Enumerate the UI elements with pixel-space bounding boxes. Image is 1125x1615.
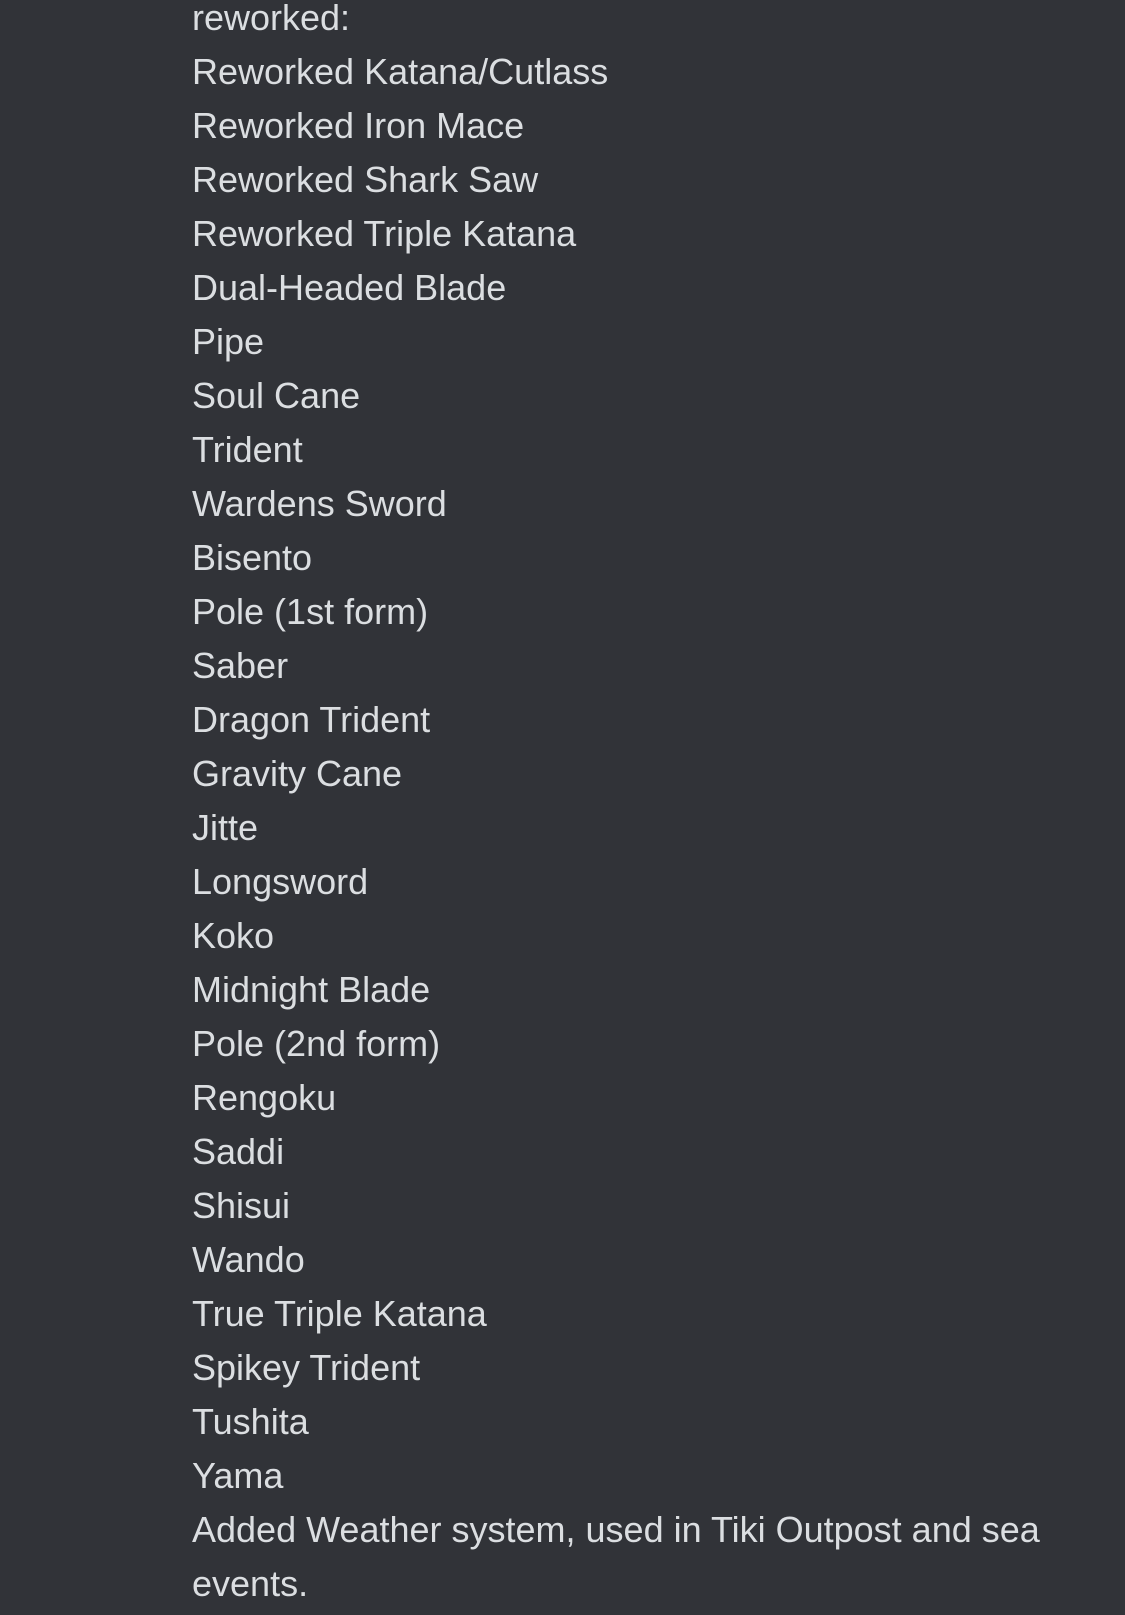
list-item: Trident [192,429,303,470]
weapon-list: Reworked Katana/Cutlass Reworked Iron Mac… [192,45,1072,1503]
message-footer: Added Weather system, used in Tiki Outpo… [192,1509,1040,1604]
list-item: Reworked Shark Saw [192,159,539,200]
list-item: Yama [192,1455,284,1496]
list-item: Bisento [192,537,313,578]
list-item: Gravity Cane [192,753,403,794]
list-item: Soul Cane [192,375,361,416]
list-item: Reworked Katana/Cutlass [192,51,609,92]
list-item: Reworked Triple Katana [192,213,577,254]
list-item: Spikey Trident [192,1347,421,1388]
list-item: Midnight Blade [192,969,431,1010]
list-item: Wando [192,1239,305,1280]
list-item: Dual-Headed Blade [192,267,507,308]
list-item: Koko [192,915,275,956]
list-item: Wardens Sword [192,483,447,524]
list-item: Reworked Iron Mace [192,105,525,146]
list-item: Longsword [192,861,369,902]
list-item: Pole (1st form) [192,591,429,632]
list-item: Saber [192,645,289,686]
message-intro: reworked: [192,0,351,38]
list-item: Rengoku [192,1077,337,1118]
list-item: Shisui [192,1185,291,1226]
list-item: True Triple Katana [192,1293,487,1334]
list-item: Pole (2nd form) [192,1023,441,1064]
list-item: Jitte [192,807,259,848]
list-item: Dragon Trident [192,699,431,740]
message-content: reworked: Reworked Katana/Cutlass Reworke… [192,0,1072,1611]
list-item: Saddi [192,1131,285,1172]
list-item: Pipe [192,321,265,362]
list-item: Tushita [192,1401,309,1442]
